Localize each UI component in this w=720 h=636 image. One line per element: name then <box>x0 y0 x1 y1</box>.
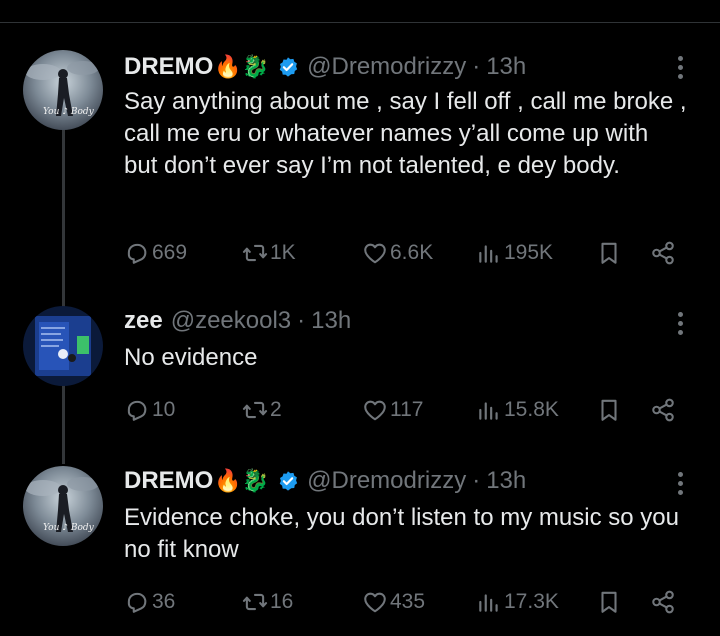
separator-dot: · <box>297 307 306 334</box>
like-count: 435 <box>390 590 426 613</box>
reply-button[interactable]: 669 <box>124 238 187 268</box>
avatar-image: You ♪ Body <box>23 466 103 546</box>
thread-line <box>62 382 65 464</box>
views-icon <box>479 594 498 612</box>
like-icon <box>364 400 386 421</box>
bookmark-icon <box>601 242 617 264</box>
views-button[interactable]: 195K <box>476 238 553 268</box>
action-bar: 10 2 117 15.8K <box>124 395 694 425</box>
bookmark-button[interactable] <box>596 587 622 617</box>
more-icon[interactable] <box>668 468 692 498</box>
like-icon <box>364 592 386 613</box>
name-emojis: 🔥🐉 <box>214 54 270 79</box>
like-count: 6.6K <box>390 241 434 264</box>
display-name[interactable]: DREMO <box>124 467 213 495</box>
tweet-text: Evidence choke, you don’t listen to my m… <box>124 504 679 563</box>
avatar-image: You ♪ Body <box>23 50 103 130</box>
views-button[interactable]: 15.8K <box>476 395 559 425</box>
share-icon <box>652 398 674 422</box>
like-count: 117 <box>390 398 424 421</box>
separator-dot: · <box>472 467 481 494</box>
repost-button[interactable]: 1K <box>242 238 296 268</box>
repost-button[interactable]: 16 <box>242 587 293 617</box>
repost-icon <box>242 401 268 419</box>
repost-icon <box>242 244 268 262</box>
avatar[interactable] <box>23 306 103 386</box>
like-button[interactable]: 435 <box>362 587 425 617</box>
handle[interactable]: @zeekool3 <box>171 307 291 335</box>
like-icon <box>364 243 386 264</box>
reply-count: 10 <box>152 398 176 421</box>
handle[interactable]: @Dremodrizzy <box>307 467 466 495</box>
reply-icon <box>127 400 147 421</box>
views-icon <box>479 245 498 263</box>
reply-count: 669 <box>152 241 188 264</box>
avatar[interactable]: You ♪ Body <box>23 50 103 130</box>
bookmark-icon <box>601 399 617 421</box>
repost-icon <box>242 593 268 611</box>
avatar[interactable]: You ♪ Body <box>23 466 103 546</box>
bookmark-button[interactable] <box>596 238 622 268</box>
handle[interactable]: @Dremodrizzy <box>307 53 466 81</box>
like-button[interactable]: 6.6K <box>362 238 433 268</box>
views-count: 195K <box>504 241 554 264</box>
action-bar: 669 1K 6.6K 195K <box>124 238 694 268</box>
reply-icon <box>127 592 147 613</box>
share-button[interactable] <box>650 395 676 425</box>
name-emojis: 🔥🐉 <box>214 468 270 493</box>
views-count: 15.8K <box>504 398 559 421</box>
repost-button[interactable]: 2 <box>242 395 282 425</box>
display-name[interactable]: DREMO <box>124 53 213 81</box>
like-button[interactable]: 117 <box>362 395 423 425</box>
repost-count: 2 <box>270 398 282 421</box>
verified-icon <box>277 56 299 78</box>
timestamp[interactable]: 13h <box>311 307 351 335</box>
share-button[interactable] <box>650 238 676 268</box>
tweet-text: Say anything about me , say I fell off ,… <box>124 88 687 179</box>
more-icon[interactable] <box>668 308 692 338</box>
share-button[interactable] <box>650 587 676 617</box>
separator-dot: · <box>472 53 481 80</box>
repost-count: 1K <box>270 241 296 264</box>
bookmark-button[interactable] <box>596 395 622 425</box>
share-icon <box>652 241 674 265</box>
bookmark-icon <box>601 591 617 613</box>
views-button[interactable]: 17.3K <box>476 587 559 617</box>
timestamp[interactable]: 13h <box>486 53 526 81</box>
reply-button[interactable]: 36 <box>124 587 175 617</box>
tweet-header: DREMO 🔥🐉 @Dremodrizzy · 13h <box>124 466 526 496</box>
svg-text:You ♪ Body: You ♪ Body <box>43 107 95 117</box>
display-name[interactable]: zee <box>124 307 163 335</box>
svg-text:You ♪ Body: You ♪ Body <box>43 523 95 533</box>
views-icon <box>479 402 498 420</box>
action-bar: 36 16 435 17.3K <box>124 587 694 617</box>
reply-icon <box>127 243 147 264</box>
verified-icon <box>277 470 299 492</box>
share-icon <box>652 590 674 614</box>
more-icon[interactable] <box>668 52 692 82</box>
reply-count: 36 <box>152 590 176 613</box>
thread-line <box>62 104 65 308</box>
tweet-header: DREMO 🔥🐉 @Dremodrizzy · 13h <box>124 52 526 82</box>
timestamp[interactable]: 13h <box>486 467 526 495</box>
tweet-header: zee @zeekool3 · 13h <box>124 306 351 336</box>
tweet-text: No evidence <box>124 344 258 371</box>
views-count: 17.3K <box>504 590 559 613</box>
repost-count: 16 <box>270 590 294 613</box>
reply-button[interactable]: 10 <box>124 395 175 425</box>
top-divider <box>0 22 720 23</box>
avatar-image <box>23 306 103 386</box>
